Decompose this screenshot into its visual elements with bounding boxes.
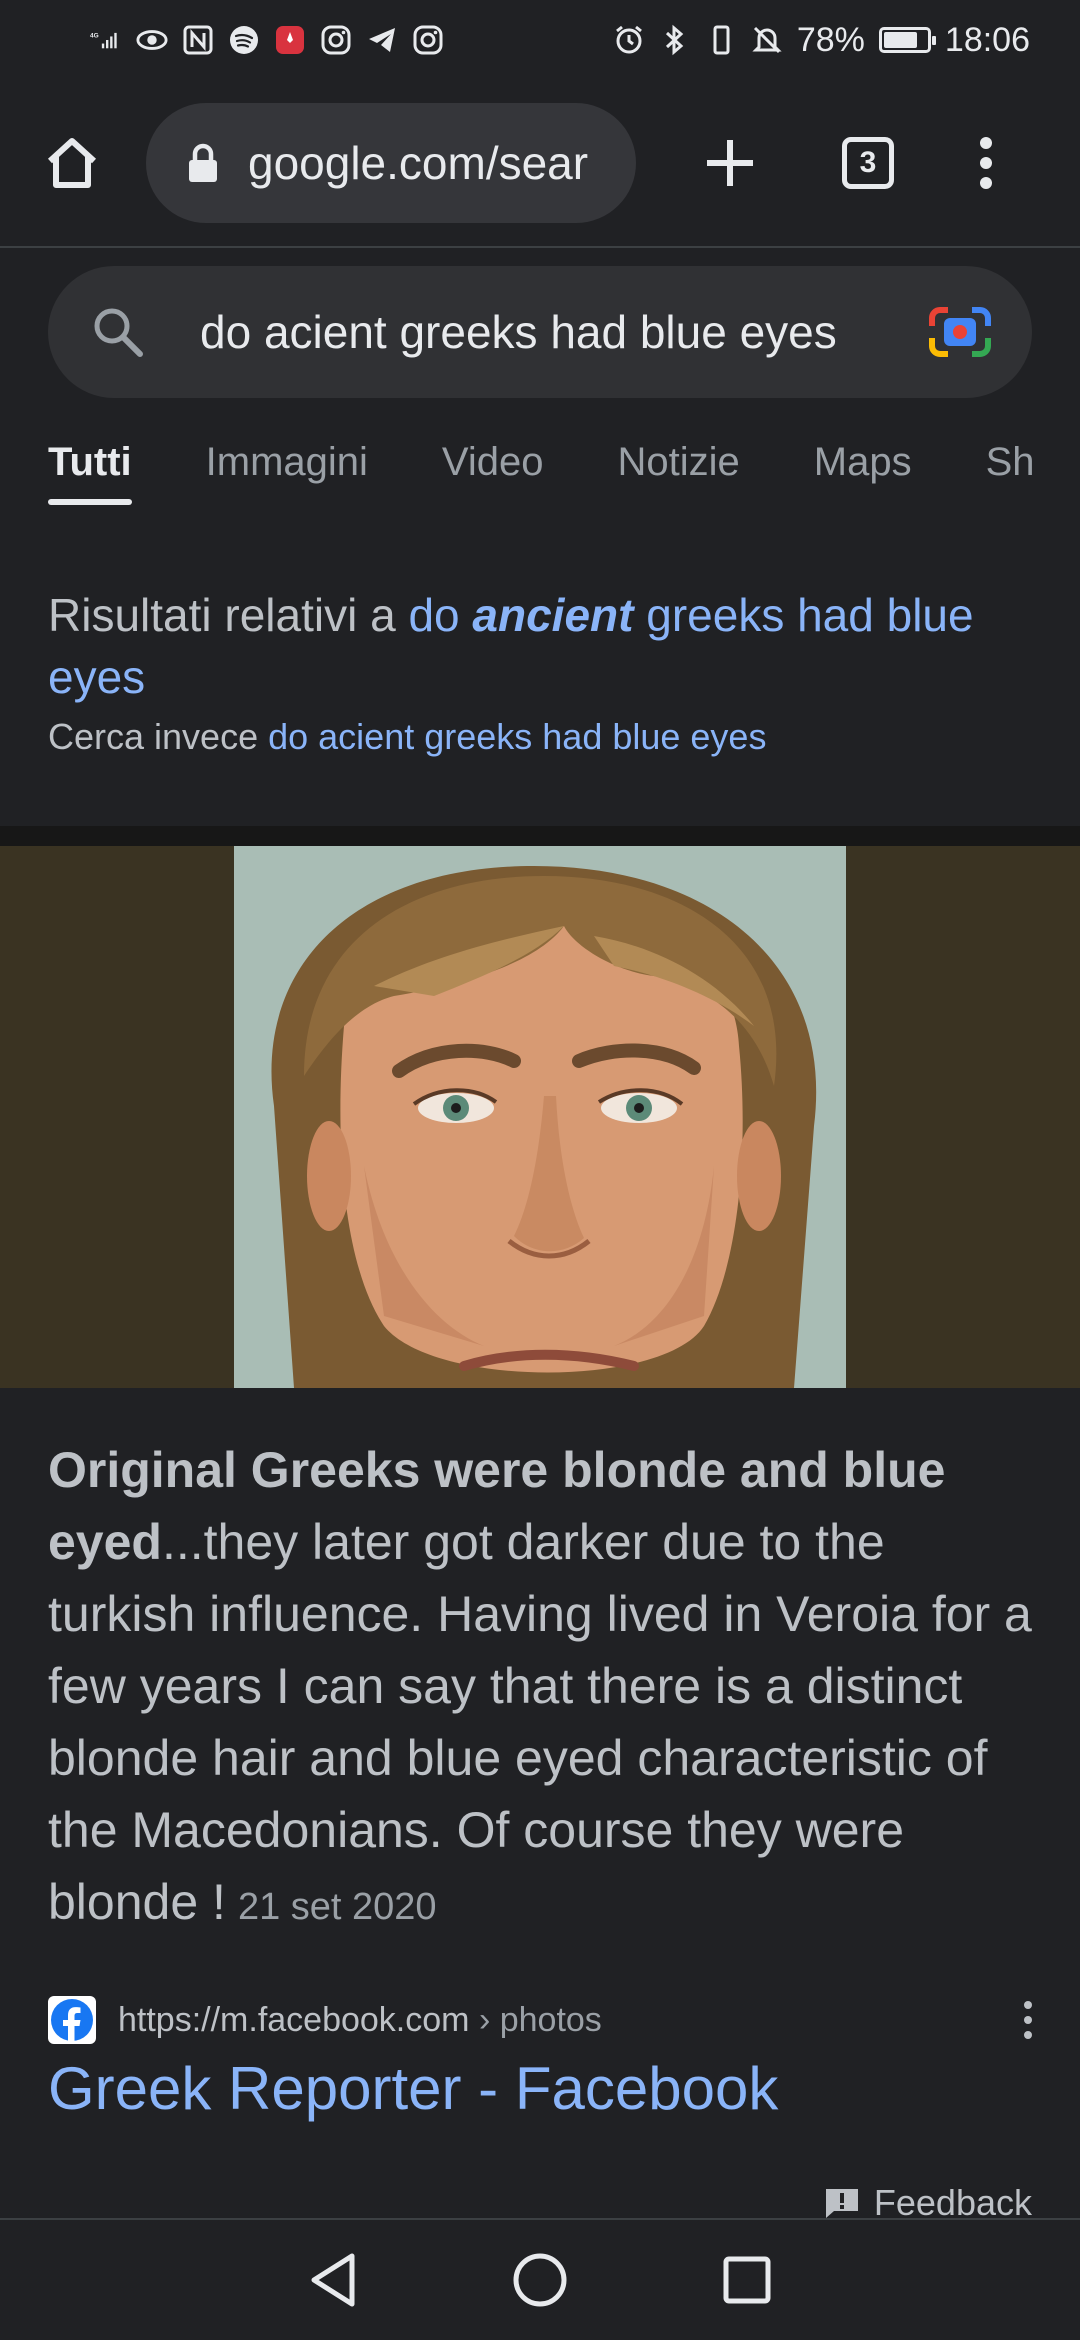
result-url: https://m.facebook.com › photos xyxy=(118,2001,1008,2040)
square-recents-icon xyxy=(723,2256,771,2304)
search-input[interactable]: do acient greeks had blue eyes xyxy=(200,305,928,359)
bluetooth-icon xyxy=(659,24,691,56)
featured-image[interactable] xyxy=(234,846,846,1388)
search-instead-prefix: Cerca invece xyxy=(48,716,259,757)
clock: 18:06 xyxy=(944,20,1030,59)
featured-snippet: Original Greeks were blonde and blue eye… xyxy=(48,1434,1038,1943)
telegram-icon xyxy=(366,24,398,56)
result-source[interactable]: https://m.facebook.com › photos xyxy=(48,1990,1048,2050)
status-left: 4G xyxy=(90,24,444,56)
nfc-icon xyxy=(182,24,214,56)
corrected-query-before: do xyxy=(408,589,460,641)
instagram-icon xyxy=(412,24,444,56)
result-options-button[interactable] xyxy=(1008,1990,1048,2050)
corrected-word: ancient xyxy=(472,589,634,641)
search-box[interactable]: do acient greeks had blue eyes xyxy=(48,266,1032,398)
status-bar: 4G 78% 18:06 xyxy=(0,0,1080,80)
search-icon xyxy=(94,308,143,357)
address-bar[interactable]: google.com/sear xyxy=(146,103,636,223)
home-nav-button[interactable] xyxy=(500,2240,580,2320)
tab-maps[interactable]: Maps xyxy=(814,440,912,505)
section-divider xyxy=(0,826,1080,846)
new-tab-button[interactable] xyxy=(686,119,774,207)
browser-toolbar: google.com/sear 3 xyxy=(0,80,1080,248)
more-vert-icon xyxy=(1024,2001,1032,2039)
home-icon xyxy=(47,138,97,188)
snippet-date: 21 set 2020 xyxy=(237,1886,437,1928)
vibrate-icon xyxy=(705,24,737,56)
showing-results-for: Risultati relativi a do ancient greeks h… xyxy=(48,584,1038,708)
tab-video[interactable]: Video xyxy=(442,440,544,505)
result-breadcrumb: › photos xyxy=(478,2000,602,2039)
facebook-icon xyxy=(48,1996,96,2044)
battery-level xyxy=(883,32,917,48)
tab-switcher-button[interactable]: 3 xyxy=(824,119,912,207)
showing-results-prefix: Risultati relativi a xyxy=(48,589,396,641)
result-title-link[interactable]: Greek Reporter - Facebook xyxy=(48,2054,778,2123)
back-icon xyxy=(311,2253,355,2307)
feedback-icon xyxy=(825,2189,858,2218)
spelling-correction: Risultati relativi a do ancient greeks h… xyxy=(48,584,1038,762)
tab-images[interactable]: Immagini xyxy=(206,440,368,505)
recents-button[interactable] xyxy=(707,2240,787,2320)
home-button[interactable] xyxy=(28,119,116,207)
circle-home-icon xyxy=(513,2253,567,2307)
snippet-text: ...they later got darker due to the turk… xyxy=(48,1514,1032,1930)
search-tabs: Tutti Immagini Video Notizie Maps Sh xyxy=(0,440,1080,520)
tab-count: 3 xyxy=(842,137,894,189)
tab-shopping[interactable]: Sh xyxy=(986,440,1035,505)
plus-icon xyxy=(707,140,753,186)
result-domain: https://m.facebook.com xyxy=(118,2000,470,2039)
battery-icon xyxy=(878,27,936,53)
signal-icon: 4G xyxy=(90,24,122,56)
tab-news[interactable]: Notizie xyxy=(618,440,740,505)
more-vert-icon xyxy=(980,137,992,189)
huawei-app-icon xyxy=(274,24,306,56)
svg-text:4G: 4G xyxy=(90,33,99,40)
browser-menu-button[interactable] xyxy=(942,119,1030,207)
status-right: 78% 18:06 xyxy=(613,21,1030,60)
back-button[interactable] xyxy=(293,2240,373,2320)
alarm-icon xyxy=(613,24,645,56)
battery-percent: 78% xyxy=(796,20,865,59)
tab-all[interactable]: Tutti xyxy=(48,440,132,505)
eye-icon xyxy=(136,24,168,56)
search-instead: Cerca invece do acient greeks had blue e… xyxy=(48,712,1038,762)
system-nav-bar xyxy=(0,2218,1080,2340)
featured-image-band xyxy=(0,846,1080,1388)
url-text: google.com/sear xyxy=(248,137,589,189)
search-instead-link[interactable]: do acient greeks had blue eyes xyxy=(268,716,766,757)
instagram-icon xyxy=(320,24,352,56)
lock-icon xyxy=(189,143,217,182)
google-lens-icon[interactable] xyxy=(928,304,992,360)
spotify-icon xyxy=(228,24,260,56)
mute-icon xyxy=(751,24,783,56)
